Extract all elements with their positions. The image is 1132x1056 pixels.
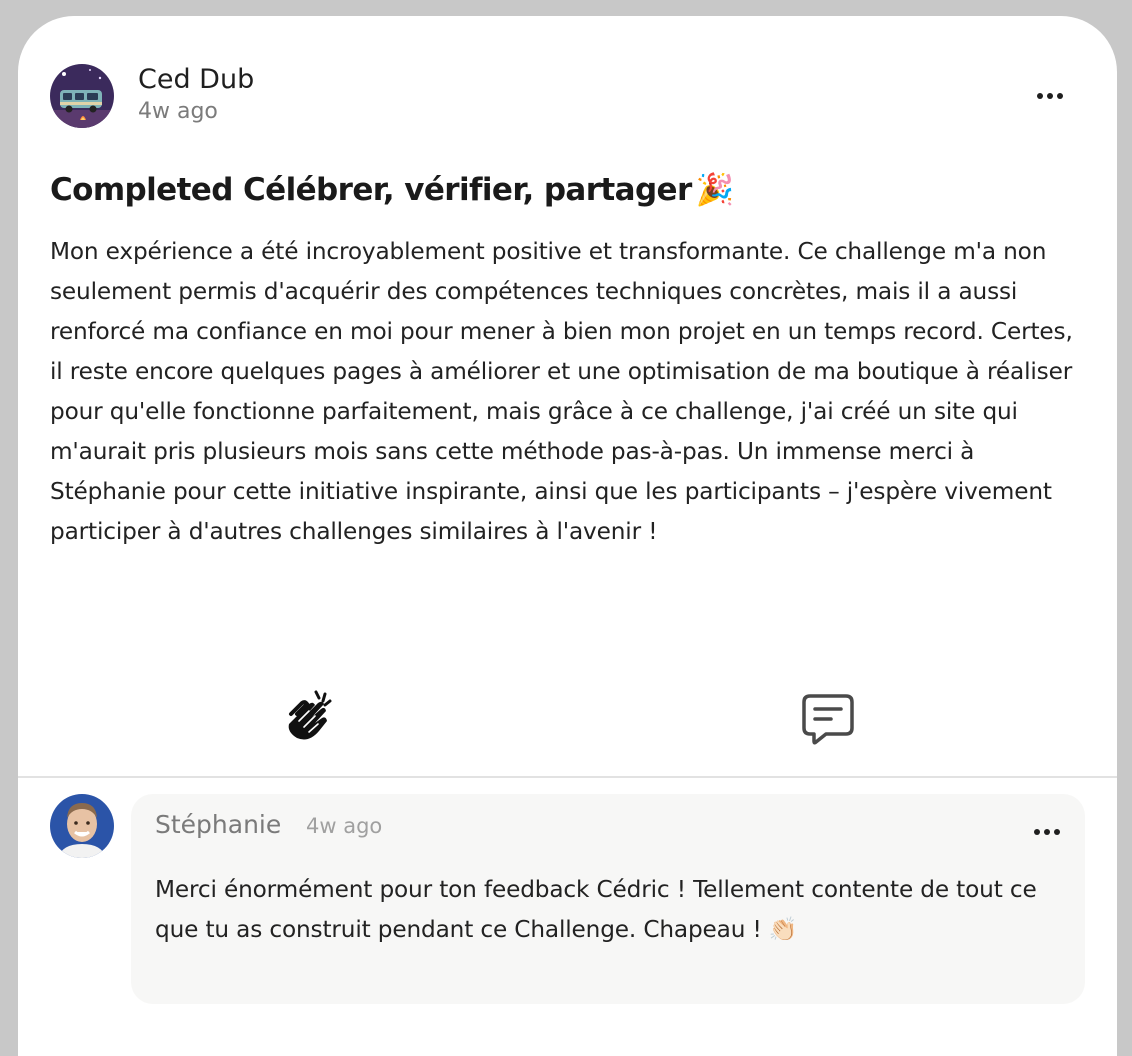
comment-bubble: Stéphanie 4w ago Merci énormément pour t… bbox=[131, 794, 1085, 1004]
post-timestamp: 4w ago bbox=[138, 99, 218, 124]
author-name[interactable]: Ced Dub bbox=[138, 64, 254, 96]
comment-icon bbox=[802, 694, 854, 745]
comment-author[interactable]: Stéphanie bbox=[155, 810, 281, 840]
comment-more-options-button[interactable] bbox=[1029, 820, 1065, 844]
comment-text: Merci énormément pour ton feedback Cédri… bbox=[155, 876, 1037, 943]
more-horizontal-icon bbox=[1034, 829, 1060, 835]
comment-timestamp: 4w ago bbox=[306, 814, 383, 838]
post-title: Completed Célébrer, vérifier, partager 🎉 bbox=[50, 168, 1090, 212]
more-horizontal-icon bbox=[1037, 93, 1063, 99]
clapping-hands-icon bbox=[288, 690, 332, 740]
post-more-options-button[interactable] bbox=[1032, 84, 1068, 108]
party-popper-emoji: 🎉 bbox=[695, 172, 735, 208]
post-body: Mon expérience a été incroyablement posi… bbox=[50, 238, 1073, 545]
post-actions bbox=[18, 676, 1117, 776]
clap-button[interactable] bbox=[280, 688, 340, 748]
post-header: Ced Dub 4w ago bbox=[50, 64, 1080, 130]
section-divider bbox=[18, 776, 1117, 778]
commenter-avatar[interactable] bbox=[50, 794, 114, 858]
post-card: Ced Dub 4w ago Completed Célébrer, vérif… bbox=[18, 16, 1117, 1056]
author-avatar[interactable] bbox=[50, 64, 114, 128]
comment-button[interactable] bbox=[798, 690, 858, 750]
post-title-text: Completed Célébrer, vérifier, partager bbox=[50, 172, 692, 208]
